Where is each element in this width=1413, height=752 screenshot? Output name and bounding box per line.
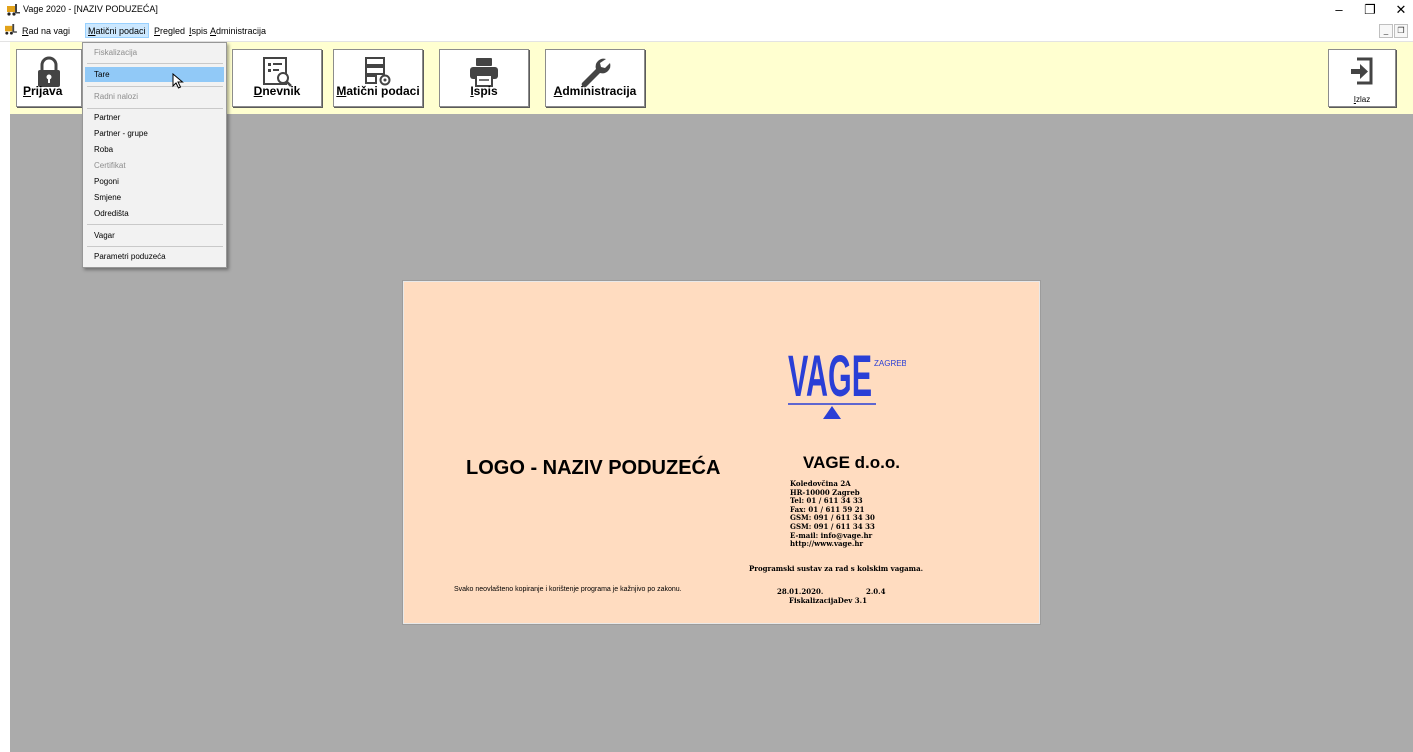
menu-ispis[interactable]: Ispis [187, 24, 210, 38]
forklift-icon[interactable] [4, 24, 17, 35]
company-name: VAGE d.o.o. [803, 453, 900, 472]
menu-administracija[interactable]: Administracija [208, 24, 268, 38]
vage-logo: VAGE ZAGREB [788, 344, 906, 419]
dnevnik-button[interactable]: Dnevnik [232, 49, 322, 107]
menu-item-odredista[interactable]: Odredišta [85, 206, 224, 221]
menu-item-pogoni[interactable]: Pogoni [85, 174, 224, 189]
maticni-podaci-label: Matični podaci [334, 84, 422, 98]
build-name: FiskalizacijaDev 3.1 [789, 596, 867, 605]
minimize-button[interactable]: – [1324, 0, 1354, 20]
prijava-label-rest: rijava [31, 84, 63, 98]
ispis-label-rest: spis [473, 84, 498, 98]
administracija-label: Administracija [546, 84, 644, 98]
izlaz-label: Izlaz [1329, 95, 1395, 104]
izlaz-label-rest: zlaz [1356, 95, 1371, 104]
title-bar: Vage 2020 - [NAZIV PODUZEĆA] – ❐ ✕ [0, 0, 1413, 20]
menu-item-tare[interactable]: Tare [85, 67, 224, 82]
administracija-accel-key: A [553, 84, 563, 98]
menu-label: ad na vagi [28, 26, 71, 36]
menu-rad-na-vagi[interactable]: Rad na vagi [20, 24, 72, 38]
menu-label: regled [160, 26, 186, 36]
dnevnik-label-rest: nevnik [262, 84, 301, 98]
prijava-label: Prijava [17, 84, 81, 98]
product-tagline: Programski sustav za rad s kolskim vagam… [749, 564, 924, 573]
company-contact: Koledovčina 2A HR-10000 Zagreb Tel: 01 /… [790, 479, 875, 549]
logo-subtext: ZAGREB [874, 359, 906, 368]
company-placeholder-title: LOGO - NAZIV PODUZEĆA [466, 457, 721, 479]
prijava-accel-key: P [23, 84, 32, 98]
administracija-label-rest: dministracija [562, 84, 637, 98]
maticni-podaci-button[interactable]: Matični podaci [333, 49, 423, 107]
menu-separator [87, 86, 223, 87]
menu-accel-key: M [88, 26, 96, 36]
ispis-button[interactable]: Ispis [439, 49, 529, 107]
release-date: 28.01.2020. [777, 587, 824, 596]
splash-panel: VAGE ZAGREB LOGO - NAZIV PODUZEĆA VAGE d… [403, 281, 1040, 624]
prijava-button[interactable]: Prijava [16, 49, 82, 107]
maximize-button[interactable]: ❐ [1355, 0, 1385, 20]
maticni-podaci-dropdown: Fiskalizacija Tare Radni nalozi Partner … [82, 42, 227, 268]
exit-icon [1351, 57, 1373, 85]
menu-item-parametri-poduzeca[interactable]: Parametri poduzeća [85, 249, 224, 264]
administracija-button[interactable]: Administracija [545, 49, 645, 107]
menu-item-partner[interactable]: Partner [85, 110, 224, 125]
menu-separator [87, 108, 223, 109]
maticni-label-rest: atični podaci [346, 84, 420, 98]
maticni-accel-key: M [336, 84, 347, 98]
forklift-icon [7, 4, 20, 16]
ispis-label: Ispis [440, 84, 528, 98]
menu-label: atični podaci [95, 26, 146, 36]
menu-item-smjene[interactable]: Smjene [85, 190, 224, 205]
menu-separator [87, 63, 223, 64]
menu-item-roba[interactable]: Roba [85, 142, 224, 157]
copyright-notice: Svako neovlašteno kopiranje i korištenje… [454, 586, 682, 593]
izlaz-button[interactable]: Izlaz [1328, 49, 1396, 107]
menu-item-vagar[interactable]: Vagar [85, 228, 224, 243]
menu-label: spis [191, 26, 208, 36]
website-line: http://www.vage.hr [790, 539, 864, 549]
menu-separator [87, 224, 223, 225]
menu-item-radni-nalozi[interactable]: Radni nalozi [85, 89, 224, 104]
menu-item-partner-grupe[interactable]: Partner - grupe [85, 126, 224, 141]
menu-pregled[interactable]: Pregled [152, 24, 187, 38]
mouse-cursor-icon [172, 73, 184, 89]
menu-separator [87, 246, 223, 247]
close-button[interactable]: ✕ [1386, 0, 1413, 20]
menu-label: dministracija [216, 26, 267, 36]
logo-text: VAGE [788, 344, 872, 409]
menu-maticni-podaci[interactable]: Matični podaci [85, 23, 149, 38]
mdi-minimize-button[interactable]: _ [1379, 24, 1393, 38]
version-number: 2.0.4 [866, 587, 886, 596]
window-title: Vage 2020 - [NAZIV PODUZEĆA] [23, 4, 158, 14]
menu-item-fiskalizacija[interactable]: Fiskalizacija [85, 45, 224, 60]
app-window: Vage 2020 - [NAZIV PODUZEĆA] – ❐ ✕ Rad n… [0, 0, 1413, 752]
dnevnik-label: Dnevnik [233, 84, 321, 98]
mdi-restore-button[interactable]: ❐ [1394, 24, 1408, 38]
menu-item-certifikat[interactable]: Certifikat [85, 158, 224, 173]
menu-bar: Rad na vagi Matični podaci Pregled Ispis… [0, 20, 1413, 42]
